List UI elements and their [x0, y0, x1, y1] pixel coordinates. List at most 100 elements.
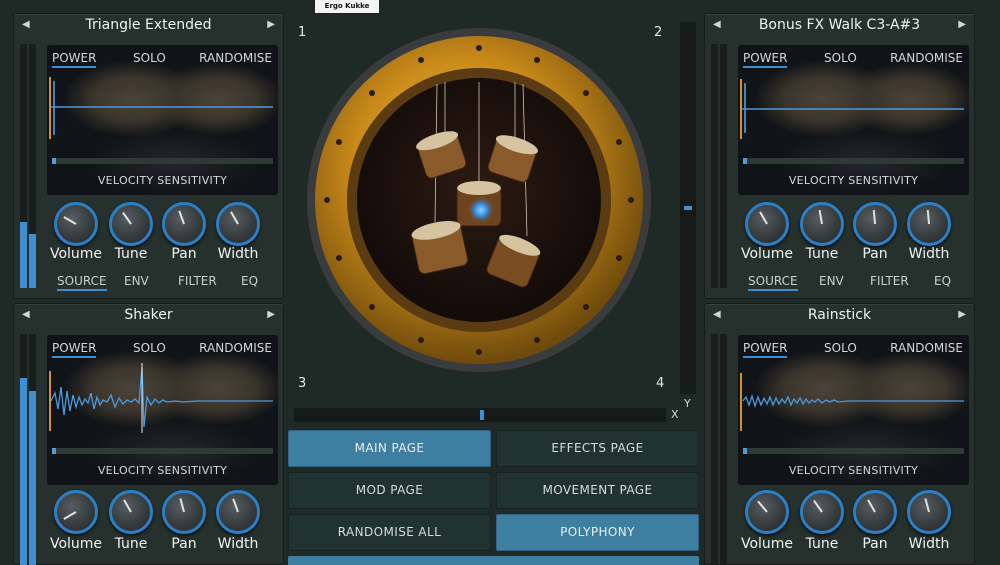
solo-tab[interactable]: SOLO	[824, 51, 857, 65]
main-page-button[interactable]: MAIN PAGE	[288, 430, 491, 467]
tune-knob[interactable]	[800, 490, 844, 534]
tune-knob[interactable]	[800, 202, 844, 246]
width-knob[interactable]	[907, 202, 951, 246]
pan-label: Pan	[171, 536, 197, 552]
randomise-tab[interactable]: RANDOMISE	[890, 341, 963, 355]
waveform-plot	[49, 77, 273, 139]
mod-page-button[interactable]: MOD PAGE	[288, 472, 491, 509]
volume-label: Volume	[49, 536, 103, 552]
tune-knob[interactable]	[109, 490, 153, 534]
level-meter-left	[20, 44, 27, 288]
power-tab[interactable]: POWER	[52, 341, 97, 358]
level-meter-left	[20, 334, 27, 565]
randomise-all-button[interactable]: RANDOMISE ALL	[288, 514, 491, 551]
panel-header: ◀ Triangle Extended ▶	[14, 14, 283, 38]
waveform-display: POWER SOLO RANDOMISE VELOCITY SENSITIVIT…	[738, 45, 969, 195]
next-sample-arrow-icon[interactable]: ▶	[267, 19, 275, 30]
pan-knob[interactable]	[853, 490, 897, 534]
power-tab[interactable]: POWER	[743, 51, 788, 68]
sample-start-scroll[interactable]	[52, 158, 273, 164]
panel-header: ◀ Bonus FX Walk C3-A#3 ▶	[705, 14, 974, 38]
volume-knob[interactable]	[745, 490, 789, 534]
sample-title[interactable]: Triangle Extended	[14, 17, 283, 33]
waveform-display: POWER SOLO RANDOMISE VELOCITY SENSITIVIT…	[47, 335, 278, 485]
level-meter-right	[720, 44, 727, 288]
polyphony-button[interactable]: POLYPHONY	[496, 514, 699, 551]
waveform-display: POWER SOLO RANDOMISE VELOCITY SENSITIVIT…	[47, 45, 278, 195]
power-tab[interactable]: POWER	[52, 51, 97, 68]
waveform-plot	[740, 79, 964, 139]
instrument-panel-3: ◀ Shaker ▶ POWER SOLO RANDOMISE VELOCITY…	[13, 303, 284, 565]
solo-tab[interactable]: SOLO	[133, 341, 166, 355]
tune-knob[interactable]	[109, 202, 153, 246]
pan-label: Pan	[862, 246, 888, 262]
velocity-sensitivity-label: VELOCITY SENSITIVITY	[97, 174, 228, 187]
sample-title[interactable]: Bonus FX Walk C3-A#3	[705, 17, 974, 33]
x-axis-label: X	[671, 408, 679, 421]
pad-corner-4: 4	[656, 376, 665, 391]
power-tab[interactable]: POWER	[743, 341, 788, 358]
pan-knob[interactable]	[853, 202, 897, 246]
xy-pad-art	[307, 28, 651, 372]
tune-label: Tune	[114, 536, 148, 552]
tab-eq[interactable]: EQ	[241, 274, 258, 288]
pan-knob[interactable]	[162, 490, 206, 534]
x-axis-slider[interactable]	[294, 408, 666, 422]
volume-label: Volume	[740, 246, 794, 262]
volume-knob[interactable]	[745, 202, 789, 246]
sample-start-scroll[interactable]	[743, 448, 964, 454]
width-knob[interactable]	[907, 490, 951, 534]
instrument-panel-1: ◀ Triangle Extended ▶ POWER SOLO RANDOMI…	[13, 13, 284, 299]
level-meter-right	[29, 334, 36, 565]
sample-start-scroll[interactable]	[743, 158, 964, 164]
pan-knob[interactable]	[162, 202, 206, 246]
randomise-tab[interactable]: RANDOMISE	[890, 51, 963, 65]
velocity-sensitivity-label: VELOCITY SENSITIVITY	[788, 174, 919, 187]
instrument-panel-2: ◀ Bonus FX Walk C3-A#3 ▶ POWER SOLO RAND…	[704, 13, 975, 299]
velocity-sensitivity-label: VELOCITY SENSITIVITY	[97, 464, 228, 477]
volume-knob[interactable]	[54, 490, 98, 534]
tab-filter[interactable]: FILTER	[870, 274, 909, 288]
y-axis-slider[interactable]	[680, 22, 696, 394]
level-meter-right	[29, 44, 36, 288]
width-knob[interactable]	[216, 490, 260, 534]
randomise-tab[interactable]: RANDOMISE	[199, 341, 272, 355]
sample-title[interactable]: Shaker	[14, 307, 283, 323]
width-label: Width	[217, 246, 259, 262]
next-sample-arrow-icon[interactable]: ▶	[958, 19, 966, 30]
solo-tab[interactable]: SOLO	[824, 341, 857, 355]
movement-page-button[interactable]: MOVEMENT PAGE	[496, 472, 699, 509]
randomise-tab[interactable]: RANDOMISE	[199, 51, 272, 65]
tune-label: Tune	[805, 246, 839, 262]
tab-source[interactable]: SOURCE	[57, 274, 107, 291]
sample-start-scroll[interactable]	[52, 448, 273, 454]
xy-pad[interactable]	[305, 26, 653, 374]
tab-source[interactable]: SOURCE	[748, 274, 798, 291]
tab-env[interactable]: ENV	[819, 274, 844, 288]
xy-pad-cursor[interactable]	[473, 202, 489, 218]
width-knob[interactable]	[216, 202, 260, 246]
level-meter-left	[711, 44, 718, 288]
next-sample-arrow-icon[interactable]: ▶	[958, 309, 966, 320]
next-sample-arrow-icon[interactable]: ▶	[267, 309, 275, 320]
panel-header: ◀ Rainstick ▶	[705, 304, 974, 328]
tab-env[interactable]: ENV	[124, 274, 149, 288]
tab-filter[interactable]: FILTER	[178, 274, 217, 288]
pad-corner-2: 2	[654, 25, 663, 40]
pan-label: Pan	[862, 536, 888, 552]
effects-page-button[interactable]: EFFECTS PAGE	[496, 430, 699, 467]
width-label: Width	[217, 536, 259, 552]
velocity-sensitivity-label: VELOCITY SENSITIVITY	[788, 464, 919, 477]
bottom-strip	[288, 556, 699, 565]
volume-label: Volume	[740, 536, 794, 552]
instrument-panel-4: ◀ Rainstick ▶ POWER SOLO RANDOMISE VELOC…	[704, 303, 975, 565]
sample-title[interactable]: Rainstick	[705, 307, 974, 323]
waveform-plot	[49, 363, 273, 433]
solo-tab[interactable]: SOLO	[133, 51, 166, 65]
tab-eq[interactable]: EQ	[934, 274, 951, 288]
pad-corner-3: 3	[298, 376, 307, 391]
brand-logo: Ergo Kukke	[314, 0, 380, 14]
volume-knob[interactable]	[54, 202, 98, 246]
tune-label: Tune	[805, 536, 839, 552]
panel-header: ◀ Shaker ▶	[14, 304, 283, 328]
